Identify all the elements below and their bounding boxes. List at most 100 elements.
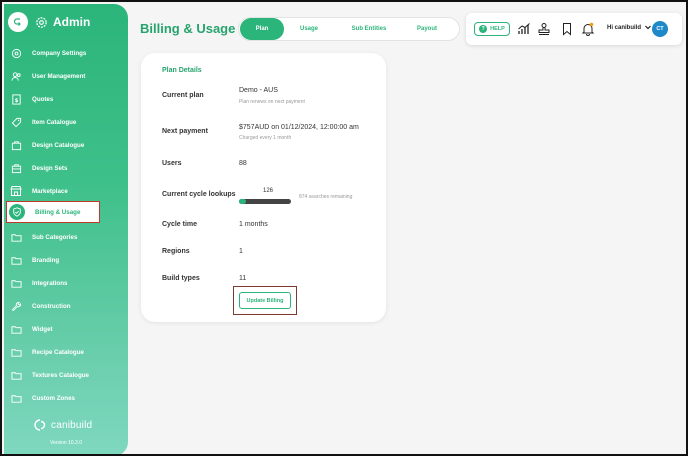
question-icon: ? — [479, 25, 488, 33]
logo-text: canibuild — [51, 419, 93, 431]
regions-label: Regions — [162, 248, 190, 255]
build-types-label: Build types — [162, 275, 200, 282]
next-payment-value: $757AUD on 01/12/2024, 12:00:00 am — [239, 124, 359, 131]
sidebar-item-textures-catalogue[interactable]: Textures Catalogue — [8, 366, 126, 384]
plan-details-card: Plan Details Current plan Demo - AUS Pla… — [141, 53, 386, 322]
sidebar-item-integrations[interactable]: Integrations — [8, 274, 126, 292]
current-plan-label: Current plan — [162, 92, 204, 99]
sidebar-title: Admin — [53, 15, 91, 29]
section-title: Plan Details — [162, 67, 202, 74]
tab-bar: Plan Usage Sub Entities Payout — [238, 17, 460, 41]
current-plan-sub: Plan renews on next payment — [239, 99, 305, 105]
folder-icon — [10, 323, 22, 335]
stamp-icon[interactable] — [536, 21, 552, 37]
folder-icon — [10, 346, 22, 358]
bookmark-icon[interactable] — [559, 21, 575, 37]
sidebar-item-recipe-catalogue[interactable]: Recipe Catalogue — [8, 343, 126, 361]
sidebar-item-label: Billing & Usage — [35, 208, 81, 216]
back-arrow-icon — [13, 18, 21, 26]
chevron-down-icon[interactable] — [644, 23, 652, 31]
user-greeting: Hi canibuild — [607, 25, 642, 31]
sidebar-item-label: Textures Catalogue — [32, 371, 89, 379]
sidebar-item-label: Custom Zones — [32, 394, 75, 402]
bell-icon[interactable] — [580, 21, 596, 37]
wrench-icon — [10, 300, 22, 312]
avatar[interactable]: CT — [652, 21, 668, 37]
top-bar: ? HELP Hi canibuild CT — [466, 13, 682, 45]
regions-value: 1 — [239, 248, 243, 255]
sidebar-item-item-catalogue[interactable]: Item Catalogue — [8, 113, 126, 131]
back-button[interactable] — [8, 12, 28, 32]
chart-trend-icon[interactable] — [516, 21, 532, 37]
sidebar-item-custom-zones[interactable]: Custom Zones — [8, 389, 126, 407]
sidebar-item-label: Recipe Catalogue — [32, 348, 84, 356]
lookups-progress-fill — [239, 199, 246, 204]
sidebar-item-branding[interactable]: Branding — [8, 251, 126, 269]
quote-icon: $ — [10, 93, 22, 105]
sidebar-item-user-management[interactable]: User Management — [8, 67, 126, 85]
briefcase-icon — [10, 162, 22, 174]
folder-icon — [10, 231, 22, 243]
sidebar-item-company-settings[interactable]: Company Settings — [8, 44, 126, 62]
lookups-count: 126 — [263, 188, 274, 194]
sidebar-item-label: Design Catalogue — [32, 141, 85, 149]
users-value: 88 — [239, 160, 247, 167]
sidebar-item-label: Design Sets — [32, 164, 68, 172]
current-plan-value: Demo - AUS — [239, 87, 278, 94]
sidebar-item-label: Branding — [32, 256, 60, 264]
lookups-label: Current cycle lookups — [162, 191, 236, 198]
sidebar-item-label: Construction — [32, 302, 71, 310]
lookups-progress-bar — [239, 199, 291, 204]
cycle-time-label: Cycle time — [162, 221, 198, 228]
cycle-time-value: 1 months — [239, 221, 268, 228]
store-icon — [10, 185, 22, 197]
folder-icon — [10, 254, 22, 266]
sidebar-item-label: Widget — [32, 325, 53, 333]
sidebar-item-sub-categories[interactable]: Sub Categories — [8, 228, 126, 246]
tab-plan[interactable]: Plan — [240, 18, 284, 40]
help-label: HELP — [490, 26, 505, 32]
build-types-value: 11 — [239, 275, 247, 282]
app-window: Admin Company Settings User Management $… — [0, 0, 688, 456]
folder-icon — [10, 277, 22, 289]
folder-icon — [10, 369, 22, 381]
sidebar-item-label: Company Settings — [32, 49, 87, 57]
version-label: Version 10.3.0 — [50, 440, 82, 446]
tab-usage[interactable]: Usage — [291, 18, 327, 40]
sidebar-item-label: Sub Categories — [32, 233, 78, 241]
tab-sub-entities[interactable]: Sub Entities — [343, 18, 395, 40]
sidebar-item-billing-usage[interactable]: Billing & Usage — [6, 201, 100, 223]
update-billing-highlight: Update Billing — [233, 286, 297, 315]
page-title: Billing & Usage — [140, 21, 236, 36]
sidebar-item-label: Item Catalogue — [32, 118, 77, 126]
canibuild-logo: canibuild — [32, 418, 92, 432]
sidebar-item-label: Integrations — [32, 279, 68, 287]
gear-icon — [34, 15, 48, 29]
svg-text:$: $ — [14, 97, 18, 103]
sidebar-item-construction[interactable]: Construction — [8, 297, 126, 315]
tab-payout[interactable]: Payout — [409, 18, 445, 40]
users-icon — [10, 70, 22, 82]
sidebar-item-label: Quotes — [32, 95, 54, 103]
sidebar-item-label: Marketplace — [32, 187, 68, 195]
settings-icon — [10, 47, 22, 59]
update-billing-button[interactable]: Update Billing — [239, 292, 291, 309]
sidebar-item-design-sets[interactable]: Design Sets — [8, 159, 126, 177]
users-label: Users — [162, 160, 182, 167]
lookups-remaining: 874 searches remaining — [299, 194, 353, 200]
next-payment-label: Next payment — [162, 128, 208, 135]
sidebar-header: Admin — [8, 11, 90, 33]
folder-icon — [10, 392, 22, 404]
shield-check-icon — [9, 204, 25, 220]
next-payment-sub: Charged every 1 month — [239, 135, 292, 141]
sidebar-item-widget[interactable]: Widget — [8, 320, 126, 338]
logo-mark-icon — [34, 419, 46, 431]
tag-icon — [10, 116, 22, 128]
sidebar-item-quotes[interactable]: $ Quotes — [8, 90, 126, 108]
briefcase-icon — [10, 139, 22, 151]
sidebar-item-design-catalogue[interactable]: Design Catalogue — [8, 136, 126, 154]
sidebar-item-label: User Management — [32, 72, 86, 80]
help-button[interactable]: ? HELP — [474, 22, 510, 36]
sidebar: Admin Company Settings User Management $… — [4, 4, 128, 454]
sidebar-item-marketplace[interactable]: Marketplace — [8, 182, 126, 200]
